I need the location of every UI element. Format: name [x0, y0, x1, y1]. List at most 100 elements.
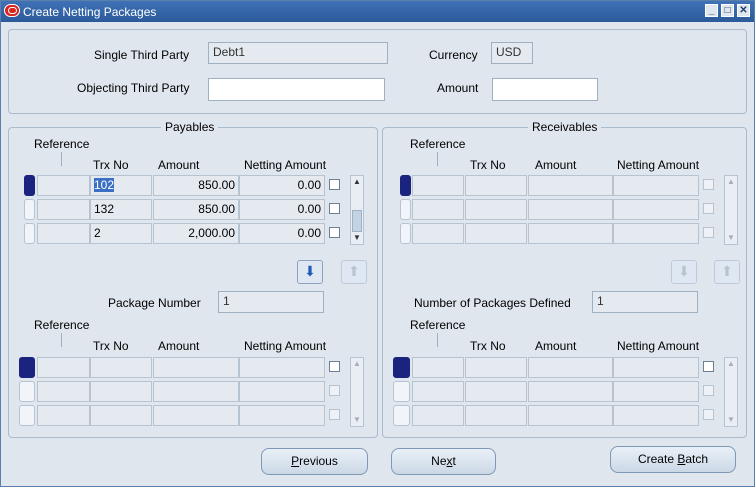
- amount-field[interactable]: [492, 78, 598, 101]
- row-checkbox[interactable]: [703, 179, 714, 190]
- row-checkbox[interactable]: [703, 361, 714, 372]
- netting-amount-cell[interactable]: [613, 405, 699, 426]
- next-button[interactable]: Next: [391, 448, 496, 475]
- trx-no-cell[interactable]: 2: [90, 223, 152, 244]
- scroll-up-icon[interactable]: ▲: [351, 358, 363, 370]
- trx-no-cell[interactable]: 102: [90, 175, 152, 196]
- netting-amount-cell[interactable]: 0.00: [239, 223, 325, 244]
- scroll-down-icon[interactable]: ▼: [351, 232, 363, 244]
- trx-no-cell[interactable]: [465, 175, 527, 196]
- trx-no-cell[interactable]: [465, 381, 527, 402]
- reference-cell[interactable]: [412, 381, 464, 402]
- trx-no-cell[interactable]: [465, 223, 527, 244]
- package-scrollbar[interactable]: ▲ ▼: [350, 357, 364, 427]
- reference-cell[interactable]: [412, 357, 464, 378]
- row-indicator[interactable]: [19, 357, 35, 378]
- receivables-scrollbar[interactable]: ▲ ▼: [724, 175, 738, 245]
- row-indicator[interactable]: [24, 199, 35, 220]
- row-checkbox[interactable]: [329, 409, 340, 420]
- reference-cell[interactable]: [412, 405, 464, 426]
- amount-cell[interactable]: 850.00: [153, 199, 239, 220]
- row-checkbox[interactable]: [329, 203, 340, 214]
- arrow-up-icon[interactable]: ⬆: [341, 260, 367, 284]
- scroll-up-icon[interactable]: ▲: [725, 176, 737, 188]
- netting-amount-cell[interactable]: 0.00: [239, 175, 325, 196]
- row-indicator[interactable]: [400, 175, 411, 196]
- scroll-down-icon[interactable]: ▼: [725, 232, 737, 244]
- scroll-thumb[interactable]: [352, 210, 362, 232]
- row-checkbox[interactable]: [703, 409, 714, 420]
- row-indicator[interactable]: [19, 381, 35, 402]
- netting-amount-cell[interactable]: [613, 223, 699, 244]
- row-checkbox[interactable]: [329, 227, 340, 238]
- package-number-field[interactable]: 1: [218, 291, 324, 313]
- amount-cell[interactable]: [528, 199, 613, 220]
- row-indicator[interactable]: [19, 405, 35, 426]
- reference-cell[interactable]: [37, 381, 90, 402]
- reference-cell[interactable]: [37, 175, 90, 196]
- trx-no-cell[interactable]: [90, 405, 152, 426]
- amount-cell[interactable]: 850.00: [153, 175, 239, 196]
- amount-cell[interactable]: [528, 223, 613, 244]
- packages-defined-field[interactable]: 1: [592, 291, 698, 313]
- row-checkbox[interactable]: [703, 203, 714, 214]
- trx-no-cell[interactable]: [465, 357, 527, 378]
- reference-cell[interactable]: [412, 199, 464, 220]
- amount-cell[interactable]: [528, 357, 613, 378]
- arrow-down-icon[interactable]: ⬇: [671, 260, 697, 284]
- minimize-icon[interactable]: _: [705, 4, 718, 17]
- amount-cell[interactable]: [153, 357, 239, 378]
- row-checkbox[interactable]: [329, 385, 340, 396]
- scroll-down-icon[interactable]: ▼: [725, 414, 737, 426]
- payables-scrollbar[interactable]: ▲ ▼: [350, 175, 364, 245]
- row-indicator[interactable]: [393, 357, 410, 378]
- netting-amount-cell[interactable]: [613, 381, 699, 402]
- row-checkbox[interactable]: [703, 385, 714, 396]
- reference-cell[interactable]: [37, 405, 90, 426]
- create-batch-button[interactable]: Create Batch: [610, 446, 736, 473]
- scroll-down-icon[interactable]: ▼: [351, 414, 363, 426]
- row-checkbox[interactable]: [329, 179, 340, 190]
- netting-amount-cell[interactable]: [239, 381, 325, 402]
- amount-cell[interactable]: [528, 405, 613, 426]
- netting-amount-cell[interactable]: [239, 405, 325, 426]
- netting-amount-cell[interactable]: [613, 175, 699, 196]
- previous-button[interactable]: Previous: [261, 448, 368, 475]
- row-indicator[interactable]: [393, 381, 410, 402]
- row-checkbox[interactable]: [703, 227, 714, 238]
- scroll-up-icon[interactable]: ▲: [725, 358, 737, 370]
- trx-no-cell[interactable]: 132: [90, 199, 152, 220]
- reference-cell[interactable]: [37, 357, 90, 378]
- amount-cell[interactable]: [528, 381, 613, 402]
- amount-cell[interactable]: [153, 405, 239, 426]
- netting-amount-cell[interactable]: [613, 357, 699, 378]
- arrow-down-icon[interactable]: ⬇: [297, 260, 323, 284]
- maximize-icon[interactable]: □: [721, 4, 734, 17]
- single-third-party-field[interactable]: Debt1: [208, 42, 388, 64]
- amount-cell[interactable]: 2,000.00: [153, 223, 239, 244]
- row-indicator[interactable]: [24, 175, 35, 196]
- row-indicator[interactable]: [400, 223, 411, 244]
- close-icon[interactable]: ✕: [737, 4, 750, 17]
- row-indicator[interactable]: [400, 199, 411, 220]
- row-checkbox[interactable]: [329, 361, 340, 372]
- row-indicator[interactable]: [393, 405, 410, 426]
- netting-amount-cell[interactable]: [613, 199, 699, 220]
- trx-no-cell[interactable]: [90, 381, 152, 402]
- arrow-up-icon[interactable]: ⬆: [714, 260, 740, 284]
- currency-field[interactable]: USD: [491, 42, 533, 64]
- row-indicator[interactable]: [24, 223, 35, 244]
- objecting-third-party-field[interactable]: [208, 78, 385, 101]
- reference-cell[interactable]: [37, 223, 90, 244]
- reference-cell[interactable]: [412, 223, 464, 244]
- netting-amount-cell[interactable]: 0.00: [239, 199, 325, 220]
- trx-no-cell[interactable]: [465, 405, 527, 426]
- reference-cell[interactable]: [412, 175, 464, 196]
- trx-no-cell[interactable]: [90, 357, 152, 378]
- scroll-up-icon[interactable]: ▲: [351, 176, 363, 188]
- reference-cell[interactable]: [37, 199, 90, 220]
- trx-no-cell[interactable]: [465, 199, 527, 220]
- amount-cell[interactable]: [528, 175, 613, 196]
- amount-cell[interactable]: [153, 381, 239, 402]
- package-scrollbar[interactable]: ▲ ▼: [724, 357, 738, 427]
